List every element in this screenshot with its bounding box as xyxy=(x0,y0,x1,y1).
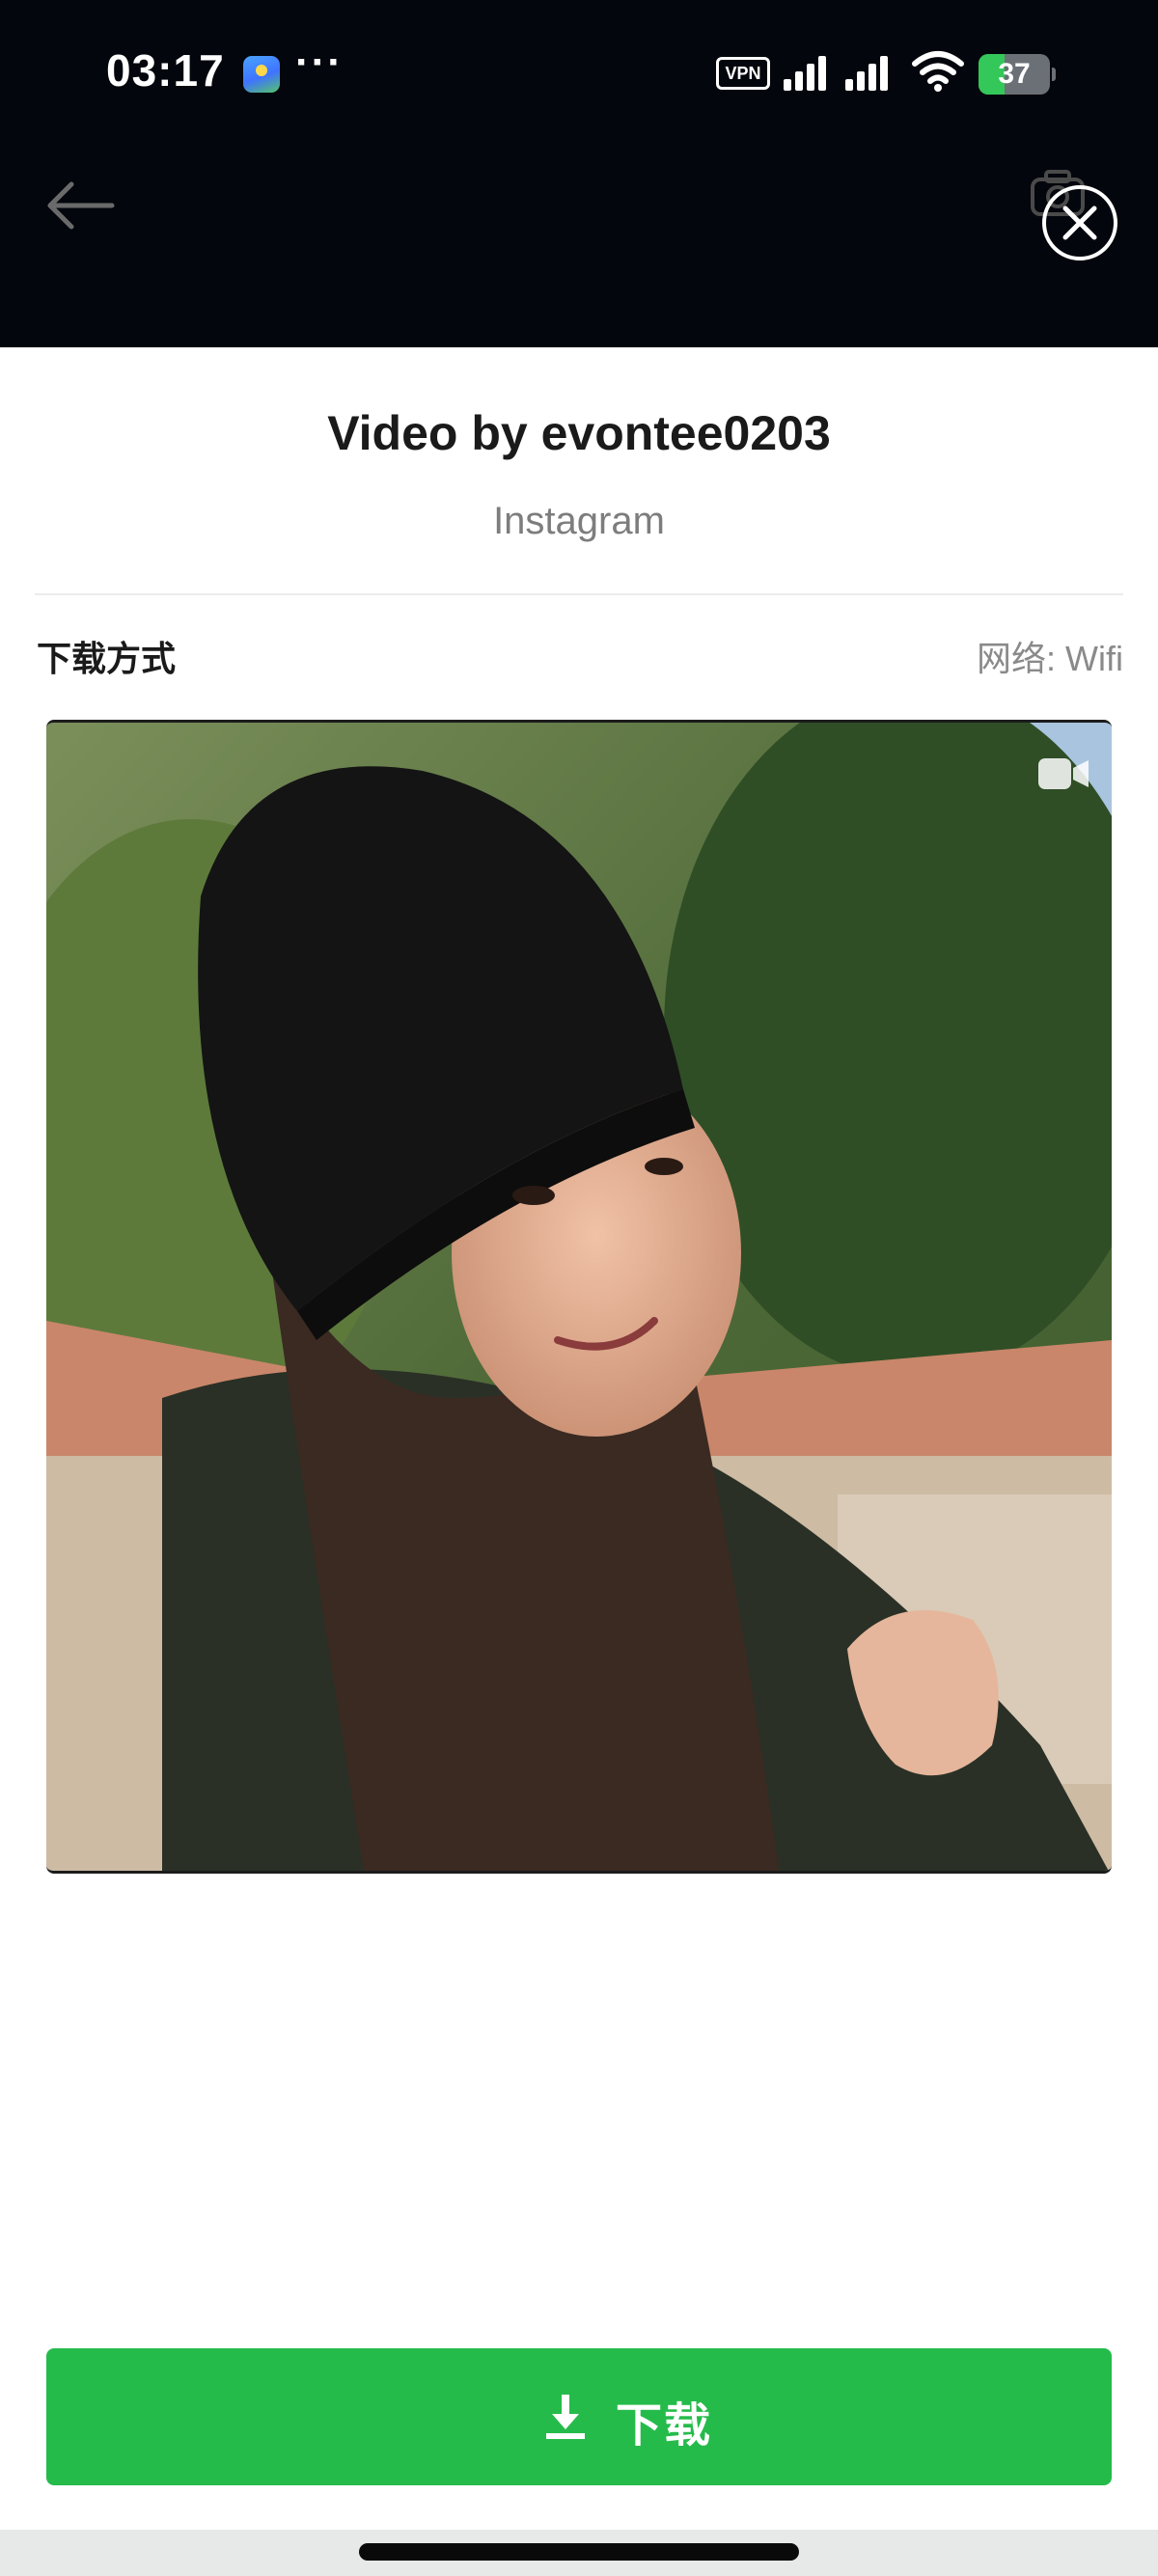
back-arrow-icon[interactable] xyxy=(42,172,120,239)
divider xyxy=(35,593,1123,595)
cellular-signal-icon xyxy=(784,56,838,91)
wifi-icon xyxy=(912,51,964,92)
download-method-label: 下载方式 xyxy=(37,639,177,678)
battery-body: 37 xyxy=(979,54,1050,95)
download-icon xyxy=(546,2395,585,2439)
video-source: Instagram xyxy=(493,500,665,542)
video-camera-icon xyxy=(1038,758,1089,789)
page: 03:17 ··· VPN 37 Video by evontee0203 In… xyxy=(0,0,1158,2576)
video-thumbnail-image xyxy=(46,723,1112,1871)
battery-percentage: 37 xyxy=(998,58,1031,90)
home-indicator-area xyxy=(0,2530,1158,2576)
download-button-label: 下载 xyxy=(616,2400,713,2452)
video-title: Video by evontee0203 xyxy=(327,406,831,460)
status-bar: 03:17 ··· VPN 37 xyxy=(0,0,1158,145)
download-button[interactable]: 下载 xyxy=(46,2348,1112,2485)
battery-tip xyxy=(1052,68,1056,81)
network-status: 网络: Wifi xyxy=(977,639,1123,678)
cellular-signal-2-icon xyxy=(845,56,899,91)
battery-indicator: 37 xyxy=(979,54,1056,95)
close-button[interactable] xyxy=(1042,185,1117,260)
gallery-app-icon xyxy=(243,56,280,93)
vpn-badge: VPN xyxy=(716,57,770,90)
home-indicator[interactable] xyxy=(359,2543,799,2561)
close-icon xyxy=(1062,206,1097,240)
status-time: 03:17 xyxy=(106,45,225,96)
video-preview[interactable] xyxy=(46,720,1112,1874)
more-notifications-icon: ··· xyxy=(295,39,344,86)
